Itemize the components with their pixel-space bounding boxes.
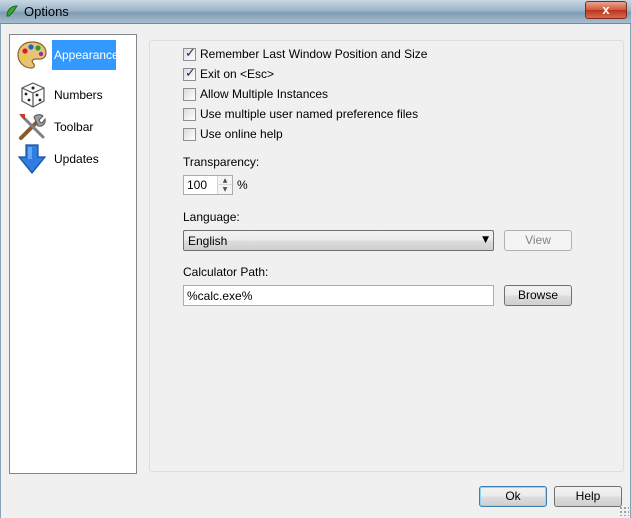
multiple-instances-checkbox[interactable]	[183, 88, 196, 101]
online-help-checkbox[interactable]	[183, 128, 196, 141]
checkbox-label: Use online help	[200, 127, 283, 141]
checkbox-label: Remember Last Window Position and Size	[200, 47, 428, 61]
checkbox-label: Allow Multiple Instances	[200, 87, 329, 101]
dice-icon	[21, 82, 45, 108]
language-label: Language:	[183, 210, 240, 224]
view-button[interactable]: View	[504, 230, 572, 251]
sidebar-item-toolbar[interactable]: Toolbar	[14, 111, 134, 143]
preference-files-checkbox[interactable]	[183, 108, 196, 121]
palette-icon	[17, 41, 47, 69]
ok-button[interactable]: Ok	[479, 486, 547, 507]
sidebar-item-label: Toolbar	[54, 120, 94, 134]
transparency-value[interactable]: 100	[187, 178, 207, 192]
spin-down-icon[interactable]: ▼	[218, 185, 232, 194]
resize-grip-icon[interactable]	[619, 506, 629, 516]
sidebar-item-appearance[interactable]: Appearance	[14, 39, 134, 71]
exit-on-esc-checkbox[interactable]	[183, 66, 196, 81]
options-window: Options x Appearance Numbers Toolbar Upd…	[0, 0, 631, 518]
help-button[interactable]: Help	[554, 486, 622, 507]
sidebar-item-label: Numbers	[54, 88, 103, 102]
title-bar[interactable]: Options x	[0, 0, 631, 24]
chevron-down-icon[interactable]: ▼	[482, 235, 489, 245]
category-list[interactable]: Appearance Numbers Toolbar Updates	[9, 34, 137, 474]
checkbox-label: Exit on <Esc>	[200, 67, 275, 81]
sidebar-item-label: Appearance	[52, 40, 116, 70]
language-select[interactable]: English ▼	[183, 230, 494, 251]
sidebar-item-numbers[interactable]: Numbers	[14, 79, 134, 111]
browse-button[interactable]: Browse	[504, 285, 572, 306]
transparency-unit: %	[237, 178, 248, 192]
transparency-spinner[interactable]: 100 ▲ ▼	[183, 175, 233, 195]
calculator-path-label: Calculator Path:	[183, 265, 269, 279]
appearance-panel	[149, 40, 624, 472]
transparency-label: Transparency:	[183, 155, 260, 169]
spinner-buttons[interactable]: ▲ ▼	[217, 176, 232, 194]
window-title: Options	[24, 4, 69, 19]
calculator-path-input[interactable]: %calc.exe%	[183, 285, 494, 306]
tools-icon	[19, 114, 46, 140]
calculator-path-value: %calc.exe%	[187, 289, 253, 303]
close-button[interactable]: x	[585, 1, 627, 19]
language-value: English	[188, 234, 228, 248]
sidebar-item-updates[interactable]: Updates	[14, 143, 134, 175]
checkbox-label: Use multiple user named preference files	[200, 107, 419, 121]
remember-position-checkbox[interactable]	[183, 46, 196, 61]
app-icon	[6, 5, 18, 17]
spin-up-icon[interactable]: ▲	[218, 176, 232, 185]
download-arrow-icon	[17, 144, 47, 174]
sidebar-item-label: Updates	[54, 152, 99, 166]
